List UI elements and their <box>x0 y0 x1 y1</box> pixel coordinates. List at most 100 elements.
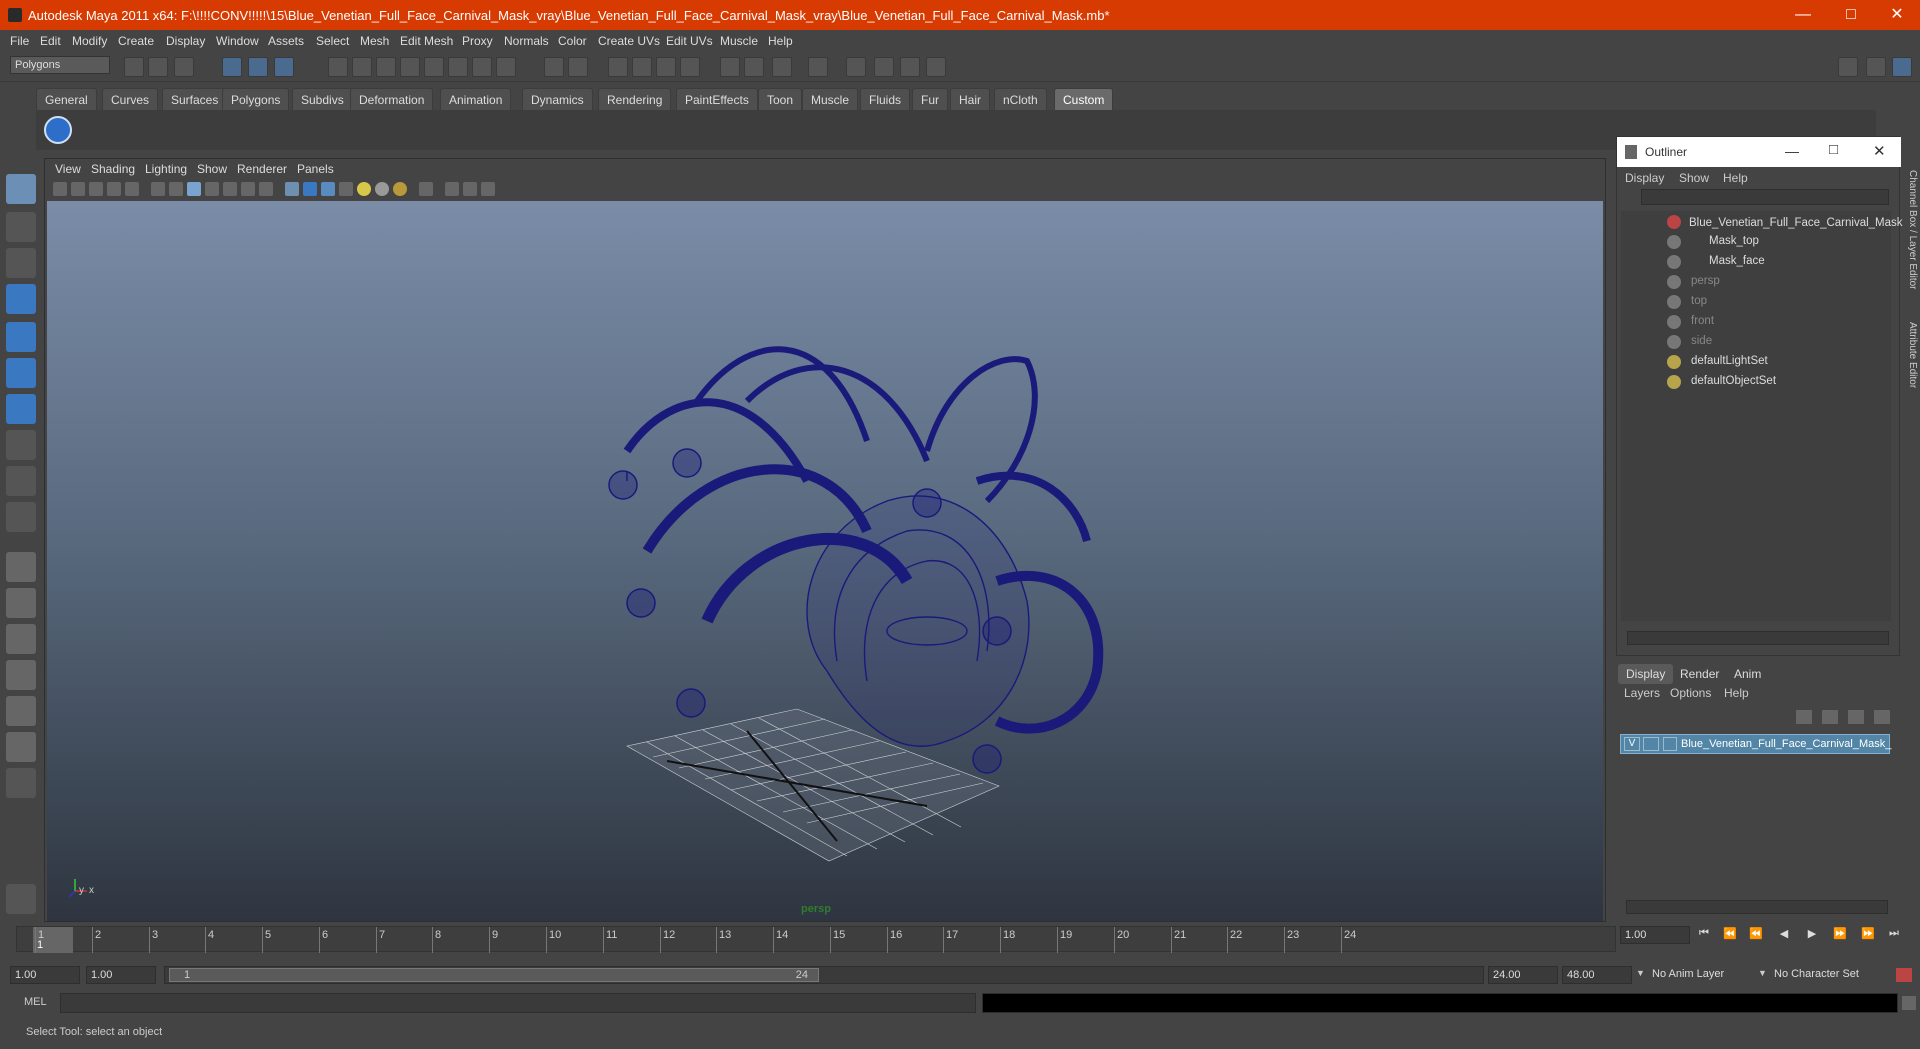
auto-key-icon[interactable] <box>1896 968 1912 982</box>
layer-options-icon[interactable] <box>1848 710 1864 724</box>
play-forwards-icon[interactable]: ▶ <box>1804 927 1820 941</box>
layer-tab-display[interactable]: Display <box>1618 664 1674 684</box>
panel-menu-shading[interactable]: Shading <box>91 162 135 176</box>
range-bar[interactable]: 1 24 <box>169 968 819 982</box>
quick-layout-icon[interactable] <box>6 884 36 914</box>
selection-mask-icon[interactable] <box>568 57 588 77</box>
toggle-attribute-editor-icon[interactable] <box>1838 57 1858 77</box>
shelf-tab-painteffects[interactable]: PaintEffects <box>676 88 758 110</box>
shelf-tab-rendering[interactable]: Rendering <box>598 88 672 110</box>
shelf-tab-ncloth[interactable]: nCloth <box>994 88 1047 110</box>
panel-menu-lighting[interactable]: Lighting <box>145 162 187 176</box>
lock-icon[interactable] <box>544 57 564 77</box>
camera-icon[interactable] <box>900 57 920 77</box>
menu-set-selector[interactable]: Polygons <box>10 56 110 74</box>
wireframe-icon[interactable] <box>285 182 299 196</box>
shelf-tab-animation[interactable]: Animation <box>440 88 512 110</box>
menu-help[interactable]: Help <box>768 34 793 48</box>
hypershade-icon[interactable] <box>808 57 828 77</box>
textured-icon[interactable] <box>339 182 353 196</box>
snap-curve-icon[interactable] <box>352 57 372 77</box>
menu-normals[interactable]: Normals <box>504 34 549 48</box>
field-chart-icon[interactable] <box>223 182 237 196</box>
render-settings-icon[interactable] <box>772 57 792 77</box>
menu-color[interactable]: Color <box>558 34 587 48</box>
panel-menu-panels[interactable]: Panels <box>297 162 334 176</box>
outliner-item-default-light-set[interactable]: defaultLightSet <box>1691 355 1768 367</box>
two-d-pan-icon[interactable] <box>125 182 139 196</box>
snap-grid-icon[interactable] <box>328 57 348 77</box>
menu-mesh[interactable]: Mesh <box>360 34 389 48</box>
panel-menu-show[interactable]: Show <box>197 162 227 176</box>
shelf-tab-curves[interactable]: Curves <box>102 88 159 110</box>
anim-layer-dropdown-icon[interactable]: ▼ <box>1636 968 1645 978</box>
new-layer-selected-icon[interactable] <box>1822 710 1838 724</box>
menu-proxy[interactable]: Proxy <box>462 34 493 48</box>
shelf-tab-hair[interactable]: Hair <box>950 88 991 110</box>
animation-start-field[interactable]: 1.00 <box>10 966 80 984</box>
select-hierarchy-icon[interactable] <box>222 57 242 77</box>
select-tool-icon[interactable] <box>6 174 36 204</box>
safe-action-icon[interactable] <box>241 182 255 196</box>
image-plane-icon[interactable] <box>107 182 121 196</box>
smooth-shade-icon[interactable] <box>303 182 317 196</box>
layer-visibility-toggle[interactable]: V <box>1624 737 1640 751</box>
outliner-item-persp[interactable]: persp <box>1691 275 1720 287</box>
construction-history-icon[interactable] <box>680 57 700 77</box>
go-to-start-icon[interactable]: ⏮ <box>1696 927 1712 941</box>
maximize-button[interactable]: □ <box>1828 0 1874 30</box>
scale-tool-icon[interactable] <box>6 358 36 388</box>
menu-window[interactable]: Window <box>216 34 259 48</box>
layer-menu-help[interactable]: Help <box>1724 686 1749 700</box>
share-icon[interactable] <box>481 182 495 196</box>
soft-mod-icon[interactable] <box>6 430 36 460</box>
snap-view-icon[interactable] <box>472 57 492 77</box>
layer-menu-options[interactable]: Options <box>1670 686 1711 700</box>
outliner-menu-help[interactable]: Help <box>1723 171 1748 185</box>
select-component-icon[interactable] <box>274 57 294 77</box>
anim-layer-selector[interactable]: No Anim Layer <box>1648 966 1748 984</box>
perspective-viewport[interactable]: y x persp <box>47 201 1603 921</box>
render-frame-icon[interactable] <box>720 57 740 77</box>
layout-persp-graph-icon[interactable] <box>6 660 36 690</box>
toggle-channel-box-icon[interactable] <box>1892 57 1912 77</box>
paint-select-icon[interactable] <box>6 248 36 278</box>
input-ops-icon[interactable] <box>608 57 628 77</box>
sky-icon[interactable] <box>926 57 946 77</box>
shelf-tab-custom[interactable]: Custom <box>1054 88 1114 110</box>
film-gate-icon[interactable] <box>169 182 183 196</box>
bookmark-icon[interactable] <box>89 182 103 196</box>
menu-create[interactable]: Create <box>118 34 154 48</box>
go-to-end-icon[interactable]: ⏭ <box>1886 927 1902 941</box>
rotate-tool-icon[interactable] <box>6 322 36 352</box>
layout-side-by-side-icon[interactable] <box>6 624 36 654</box>
command-language-label[interactable]: MEL <box>24 996 47 1008</box>
toggle-tool-settings-icon[interactable] <box>1866 57 1886 77</box>
new-scene-icon[interactable] <box>124 57 144 77</box>
char-set-dropdown-icon[interactable]: ▼ <box>1758 968 1767 978</box>
checkmark-icon[interactable] <box>44 116 72 144</box>
panel-menu-view[interactable]: View <box>55 162 81 176</box>
play-backwards-icon[interactable]: ◀ <box>1776 927 1792 941</box>
render-globals-icon[interactable] <box>874 57 894 77</box>
outliner-minimize-button[interactable]: — <box>1785 143 1799 159</box>
outliner-item-default-object-set[interactable]: defaultObjectSet <box>1691 375 1776 387</box>
menu-modify[interactable]: Modify <box>72 34 107 48</box>
menu-select[interactable]: Select <box>316 34 349 48</box>
camera-select-icon[interactable] <box>53 182 67 196</box>
show-manipulator-icon[interactable] <box>6 466 36 496</box>
side-tab-channel-box[interactable]: Channel Box / Layer Editor <box>1902 170 1918 300</box>
menu-edit-uvs[interactable]: Edit UVs <box>666 34 713 48</box>
minimize-button[interactable]: — <box>1780 0 1826 30</box>
save-scene-icon[interactable] <box>174 57 194 77</box>
side-tab-attribute-editor[interactable]: Attribute Editor <box>1902 322 1918 408</box>
step-forward-key-icon[interactable]: ⏩ <box>1832 927 1848 941</box>
script-editor-icon[interactable] <box>1902 996 1916 1010</box>
outliner-item-mask-face[interactable]: Mask_face <box>1709 255 1765 267</box>
outliner-menu-show[interactable]: Show <box>1679 171 1709 185</box>
manipulator-tool-icon[interactable] <box>6 394 36 424</box>
shelf-tab-fur[interactable]: Fur <box>912 88 948 110</box>
shelf-tab-general[interactable]: General <box>36 88 97 110</box>
select-object-icon[interactable] <box>248 57 268 77</box>
layer-tab-render[interactable]: Render <box>1672 664 1727 684</box>
